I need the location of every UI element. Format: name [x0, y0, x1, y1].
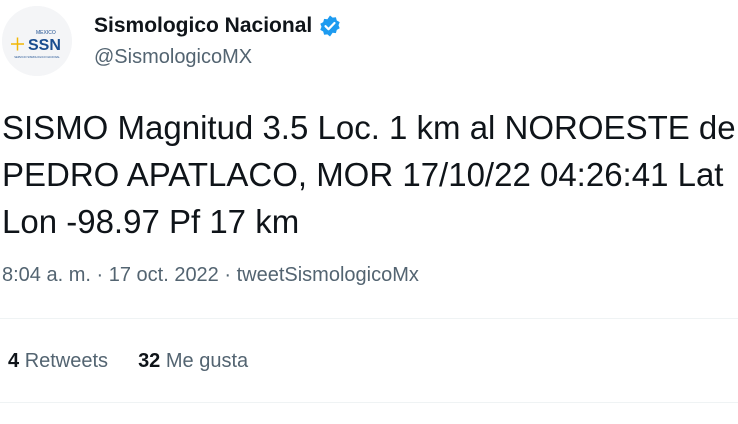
tweet-line: PEDRO APATLACO, MOR 17/10/22 04:26:41 La…: [2, 156, 724, 193]
tweet-line: Lon -98.97 Pf 17 km: [2, 203, 300, 240]
divider: [0, 318, 738, 319]
retweets-count: 4: [8, 350, 25, 372]
likes-count: 32: [138, 350, 166, 372]
engagement-stats: 4 Retweets 32 Me gusta: [8, 350, 248, 373]
tweet-source[interactable]: tweetSismologicoMx: [237, 264, 419, 286]
retweets-label: Retweets: [24, 350, 109, 372]
tweet-line: SISMO Magnitud 3.5 Loc. 1 km al NOROESTE…: [2, 109, 736, 146]
tweet-date[interactable]: 17 oct. 2022: [109, 264, 219, 286]
avatar-logo-text: SSN: [28, 37, 61, 54]
meta-separator: ·: [96, 264, 109, 286]
divider: [0, 402, 738, 403]
meta-separator: ·: [224, 264, 237, 286]
retweets-stat[interactable]: 4 Retweets: [8, 350, 108, 373]
author-name-row[interactable]: Sismologico Nacional: [94, 14, 342, 38]
avatar[interactable]: MEXICO SSN SERVICIO SISMOLOGICO NACIONAL: [2, 6, 72, 76]
author-handle[interactable]: @SismologicoMX: [94, 46, 252, 69]
likes-label: Me gusta: [165, 350, 249, 372]
author-display-name[interactable]: Sismologico Nacional: [94, 14, 312, 38]
verified-badge-icon: [318, 14, 342, 38]
avatar-caption: SERVICIO SISMOLOGICO NACIONAL: [14, 55, 60, 59]
tweet-text: SISMO Magnitud 3.5 Loc. 1 km al NOROESTE…: [2, 104, 738, 245]
likes-stat[interactable]: 32 Me gusta: [138, 350, 248, 373]
tweet-time[interactable]: 8:04 a. m.: [2, 264, 91, 286]
tweet-meta: 8:04 a. m. · 17 oct. 2022 · tweetSismolo…: [2, 264, 419, 287]
ssn-logo: MEXICO SSN SERVICIO SISMOLOGICO NACIONAL: [2, 6, 72, 76]
avatar-small-text: MEXICO: [36, 30, 56, 36]
